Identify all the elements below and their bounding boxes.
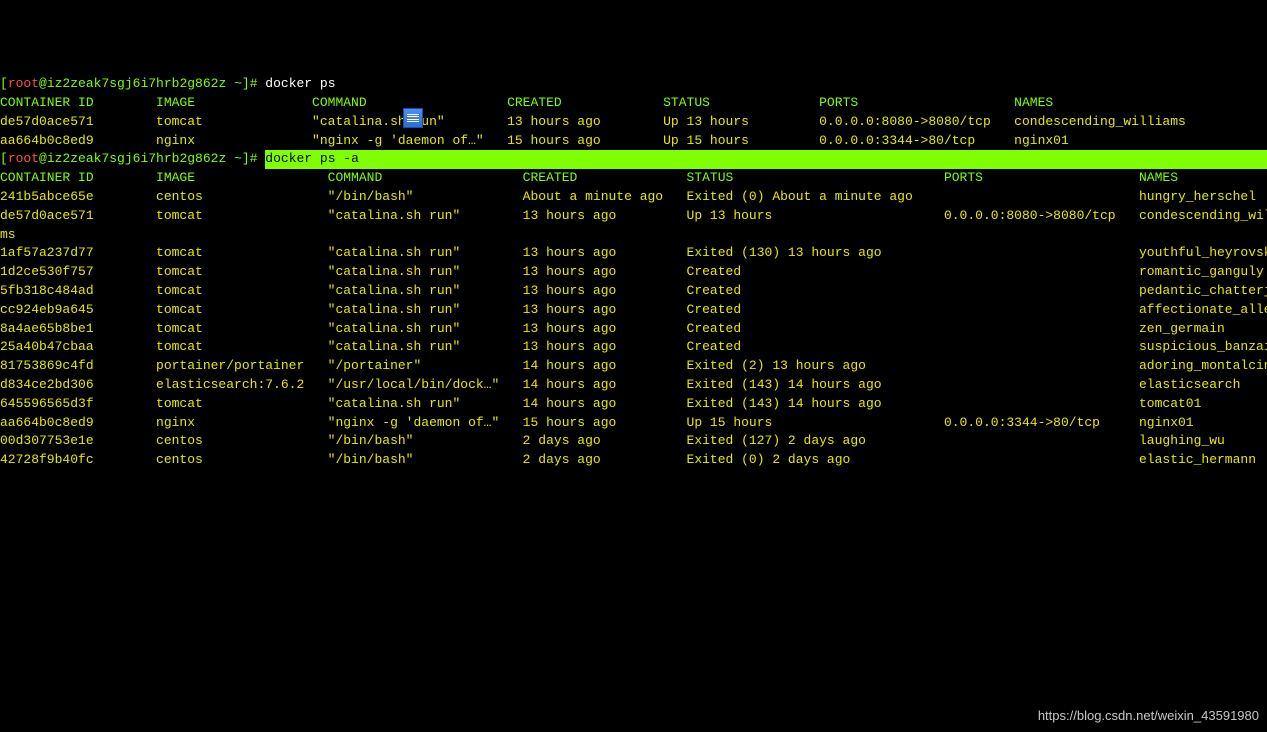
terminal-output[interactable]: [root@iz2zeak7sgj6i7hrb2g862z ~]# docker…: [0, 75, 1267, 470]
table-row: cc924eb9a645 tomcat "catalina.sh run" 13…: [0, 301, 1267, 320]
table-row: 5fb318c484ad tomcat "catalina.sh run" 13…: [0, 282, 1267, 301]
table-row: 241b5abce65e centos "/bin/bash" About a …: [0, 188, 1267, 207]
table-header: CONTAINER ID IMAGE COMMAND CREATED STATU…: [0, 169, 1267, 188]
table-row: d834ce2bd306 elasticsearch:7.6.2 "/usr/l…: [0, 376, 1267, 395]
watermark-text: https://blog.csdn.net/weixin_43591980: [1038, 707, 1259, 726]
table-row: de57d0ace571 tomcat "catalina.sh run" 13…: [0, 207, 1267, 226]
notes-icon: [403, 108, 423, 128]
prompt-line[interactable]: [root@iz2zeak7sgj6i7hrb2g862z ~]# docker…: [0, 75, 1267, 94]
table-row: de57d0ace571 tomcat "catalina.sh run" 13…: [0, 113, 1267, 132]
prompt-line[interactable]: [root@iz2zeak7sgj6i7hrb2g862z ~]# docker…: [0, 150, 1267, 169]
table-row: 1d2ce530f757 tomcat "catalina.sh run" 13…: [0, 263, 1267, 282]
table-row: 645596565d3f tomcat "catalina.sh run" 14…: [0, 395, 1267, 414]
table-row: 1af57a237d77 tomcat "catalina.sh run" 13…: [0, 244, 1267, 263]
table-row: aa664b0c8ed9 nginx "nginx -g 'daemon of……: [0, 132, 1267, 151]
table-row: aa664b0c8ed9 nginx "nginx -g 'daemon of……: [0, 414, 1267, 433]
table-row: 8a4ae65b8be1 tomcat "catalina.sh run" 13…: [0, 320, 1267, 339]
table-row: 81753869c4fd portainer/portainer "/porta…: [0, 357, 1267, 376]
table-row: ms: [0, 226, 1267, 245]
table-row: 25a40b47cbaa tomcat "catalina.sh run" 13…: [0, 338, 1267, 357]
table-row: 00d307753e1e centos "/bin/bash" 2 days a…: [0, 432, 1267, 451]
table-header: CONTAINER ID IMAGE COMMAND CREATED STATU…: [0, 94, 1267, 113]
table-row: 42728f9b40fc centos "/bin/bash" 2 days a…: [0, 451, 1267, 470]
